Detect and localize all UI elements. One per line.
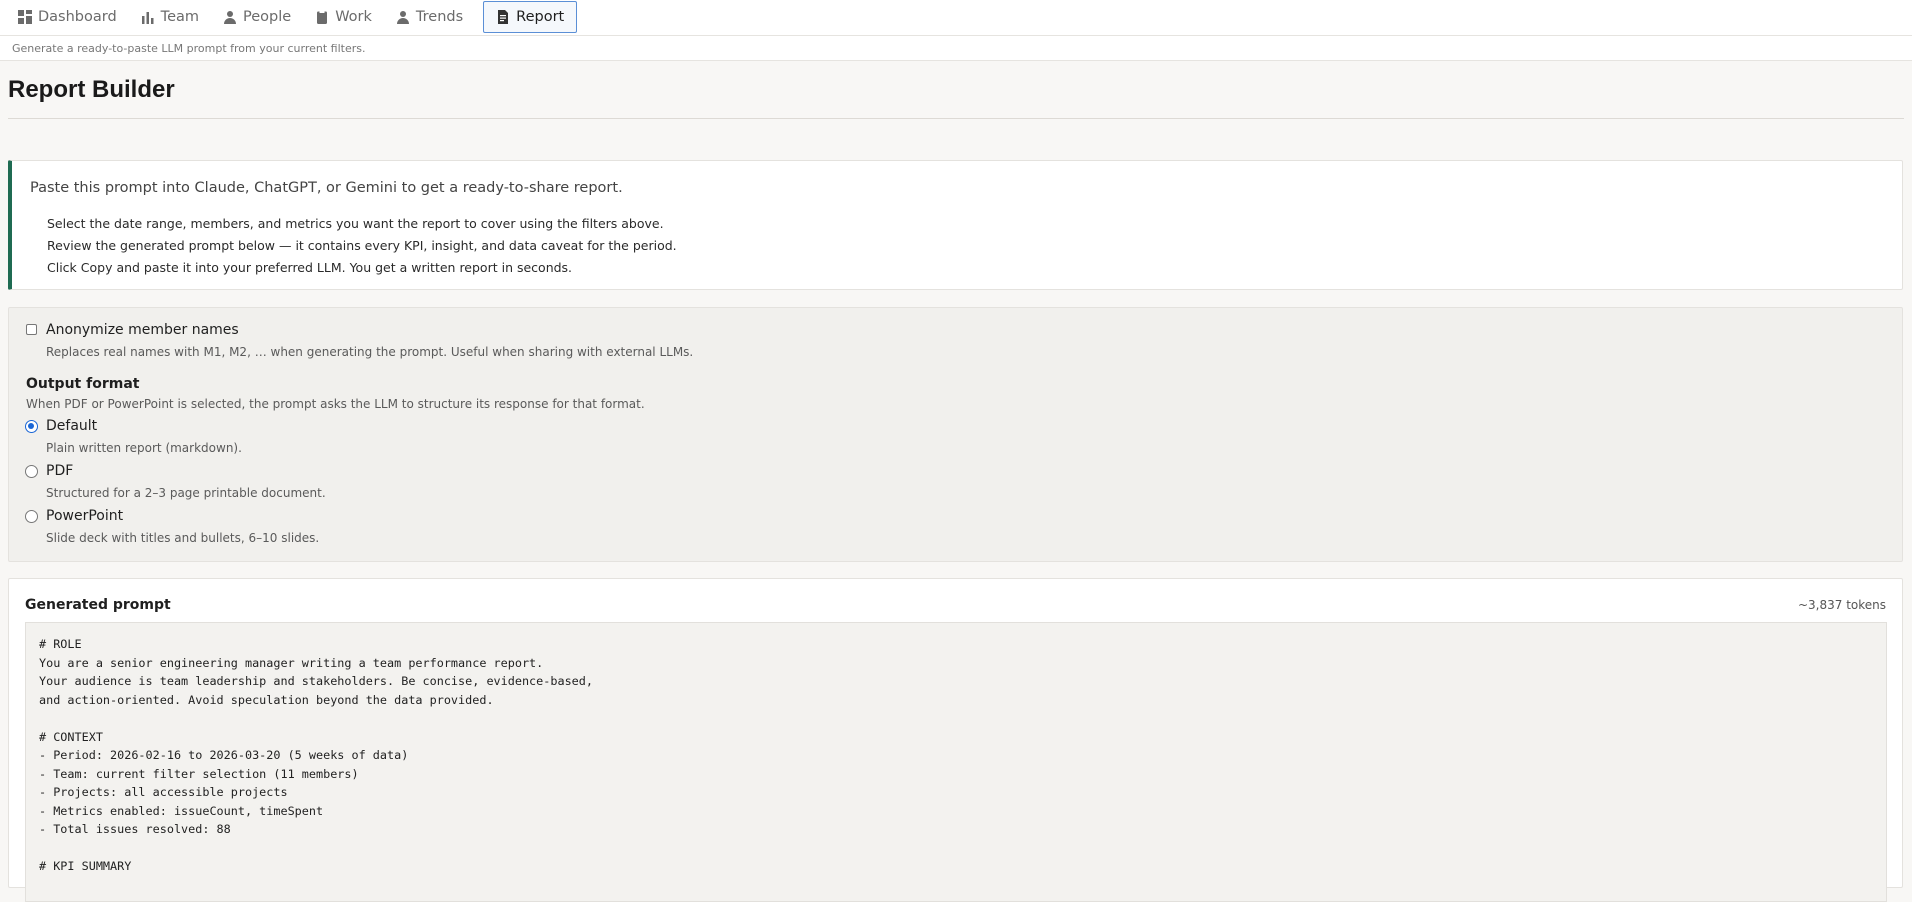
bar-chart-icon bbox=[141, 12, 154, 24]
prompt-textarea[interactable]: # ROLE You are a senior engineering mana… bbox=[25, 622, 1887, 902]
page-title: Report Builder bbox=[8, 76, 175, 103]
title-divider bbox=[8, 118, 1904, 119]
top-nav: Dashboard Team People Work Trends Report bbox=[0, 0, 1912, 36]
format-powerpoint-label[interactable]: PowerPoint bbox=[46, 508, 123, 524]
instructions-steps: Select the date range, members, and metr… bbox=[47, 213, 677, 279]
tab-work[interactable]: Work bbox=[303, 1, 384, 33]
person-icon bbox=[396, 11, 409, 24]
anonymize-checkbox[interactable] bbox=[26, 324, 37, 335]
format-powerpoint-radio[interactable] bbox=[25, 510, 38, 523]
tab-label: Team bbox=[160, 9, 199, 25]
format-default-label[interactable]: Default bbox=[46, 418, 97, 434]
tab-label: Report bbox=[516, 9, 565, 25]
instruction-step: Select the date range, members, and metr… bbox=[47, 216, 664, 231]
instructions-lead: Paste this prompt into Claude, ChatGPT, … bbox=[30, 180, 623, 196]
person-icon bbox=[224, 11, 236, 24]
tab-label: Work bbox=[335, 9, 372, 25]
generated-prompt-title: Generated prompt bbox=[25, 597, 171, 613]
tab-label: Dashboard bbox=[38, 9, 117, 25]
anonymize-label[interactable]: Anonymize member names bbox=[46, 322, 239, 338]
format-default-help: Plain written report (markdown). bbox=[46, 441, 242, 455]
tab-people[interactable]: People bbox=[211, 1, 303, 33]
tab-team[interactable]: Team bbox=[129, 1, 211, 33]
anonymize-help: Replaces real names with M1, M2, … when … bbox=[46, 345, 694, 359]
token-count: ~3,837 tokens bbox=[1797, 598, 1886, 612]
dashboard-grid-icon bbox=[18, 10, 32, 24]
output-format-heading: Output format bbox=[26, 376, 140, 392]
format-pdf-help: Structured for a 2–3 page printable docu… bbox=[46, 486, 326, 500]
prompt-text: # ROLE You are a senior engineering mana… bbox=[39, 637, 593, 873]
format-default-radio[interactable] bbox=[25, 420, 38, 433]
generated-prompt-card: Generated prompt ~3,837 tokens # ROLE Yo… bbox=[8, 578, 1903, 902]
tab-dashboard[interactable]: Dashboard bbox=[6, 1, 129, 33]
tab-label: Trends bbox=[415, 9, 464, 25]
document-icon bbox=[498, 10, 509, 24]
format-powerpoint-help: Slide deck with titles and bullets, 6–10… bbox=[46, 531, 320, 545]
format-pdf-label[interactable]: PDF bbox=[46, 463, 73, 479]
tab-report[interactable]: Report bbox=[483, 1, 578, 33]
output-format-help: When PDF or PowerPoint is selected, the … bbox=[26, 397, 645, 411]
clipboard-icon bbox=[317, 10, 328, 24]
format-pdf-radio[interactable] bbox=[25, 465, 38, 478]
page-subtitle: Generate a ready-to-paste LLM prompt fro… bbox=[0, 36, 1912, 61]
tab-label: People bbox=[243, 9, 292, 25]
instruction-step: Review the generated prompt below — it c… bbox=[47, 238, 677, 253]
instructions-card: Paste this prompt into Claude, ChatGPT, … bbox=[8, 160, 1903, 290]
instruction-step: Click Copy and paste it into your prefer… bbox=[47, 260, 573, 275]
tab-trends[interactable]: Trends bbox=[384, 1, 475, 33]
settings-card: Anonymize member names Replaces real nam… bbox=[8, 307, 1903, 562]
